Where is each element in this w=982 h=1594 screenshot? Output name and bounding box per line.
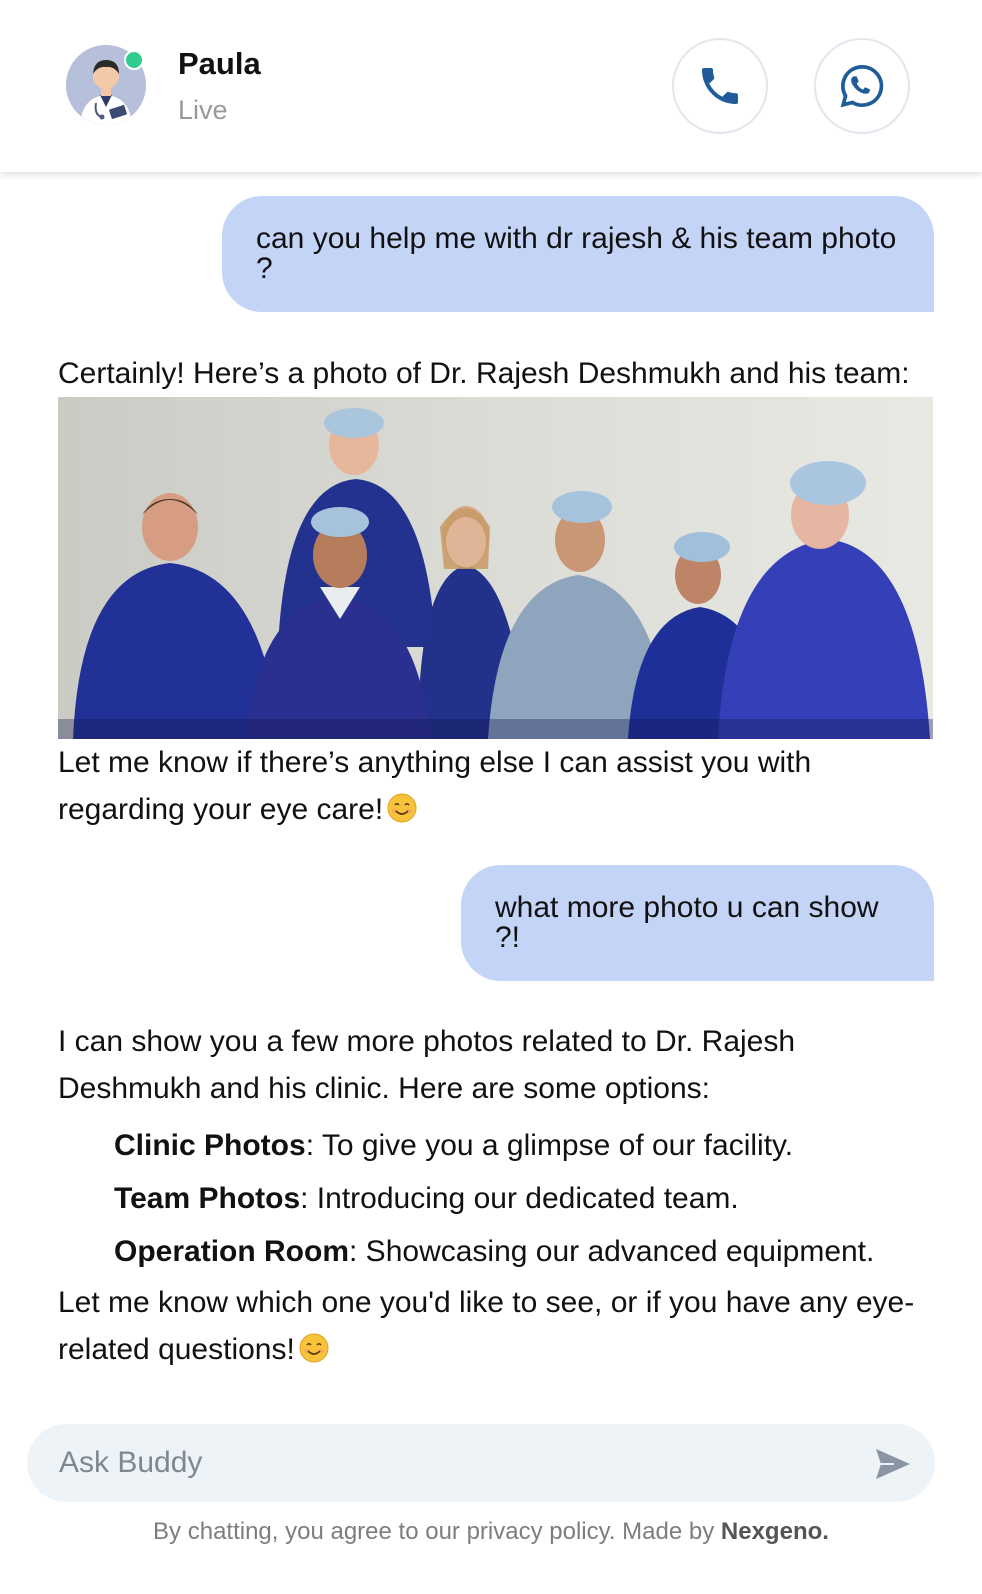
footer-disclaimer: By chatting, you agree to our privacy po… <box>0 1518 982 1546</box>
option-description: : Showcasing our advanced equipment. <box>349 1235 875 1268</box>
photo-options-list: Clinic Photos: To give you a glimpse of … <box>114 1119 934 1278</box>
option-title: Operation Room <box>114 1235 350 1268</box>
send-icon <box>876 1449 910 1479</box>
whatsapp-icon <box>840 64 884 108</box>
agent-name: Paula <box>178 46 261 81</box>
user-message-text: what more photo u can show ?! <box>495 891 879 954</box>
online-status-dot <box>124 50 144 70</box>
call-button[interactable] <box>672 38 768 134</box>
message-composer <box>27 1424 935 1502</box>
option-title: Team Photos <box>114 1182 301 1215</box>
option-operation-room: Operation Room: Showcasing our advanced … <box>114 1225 934 1278</box>
user-message-bubble: can you help me with dr rajesh & his tea… <box>222 196 934 312</box>
user-message-text: can you help me with dr rajesh & his tea… <box>256 222 897 285</box>
bot-message-text: I can show you a few more photos related… <box>58 1025 796 1105</box>
bot-message-followup: Let me know if there’s anything else I c… <box>58 739 938 833</box>
chat-window: Paula Live can you help me with dr rajes… <box>0 0 982 1594</box>
bot-message-text: Certainly! Here’s a photo of Dr. Rajesh … <box>58 357 910 390</box>
option-description: : Introducing our dedicated team. <box>300 1182 739 1215</box>
option-team-photos: Team Photos: Introducing our dedicated t… <box>114 1172 934 1225</box>
team-photo[interactable] <box>58 397 933 739</box>
whatsapp-button[interactable] <box>814 38 910 134</box>
bot-followup-text: Let me know if there’s anything else I c… <box>58 746 812 826</box>
option-description: : To give you a glimpse of our facility. <box>305 1129 794 1162</box>
smiling-face-icon <box>299 1333 329 1363</box>
team-photo-image <box>58 397 933 739</box>
footer-text: By chatting, you agree to our privacy po… <box>153 1518 715 1545</box>
chat-header: Paula Live <box>0 0 982 172</box>
user-message-bubble: what more photo u can show ?! <box>461 865 934 981</box>
option-title: Clinic Photos <box>114 1129 306 1162</box>
agent-status: Live <box>178 95 228 125</box>
ask-input[interactable] <box>59 1424 859 1502</box>
footer-brand-link[interactable]: Nexgeno. <box>721 1518 829 1545</box>
phone-icon <box>702 68 738 104</box>
option-clinic-photos: Clinic Photos: To give you a glimpse of … <box>114 1119 934 1172</box>
send-button[interactable] <box>873 1444 913 1484</box>
bot-message-followup: Let me know which one you'd like to see,… <box>58 1279 938 1373</box>
smiling-face-icon <box>387 793 417 823</box>
bot-followup-text: Let me know which one you'd like to see,… <box>58 1286 915 1366</box>
